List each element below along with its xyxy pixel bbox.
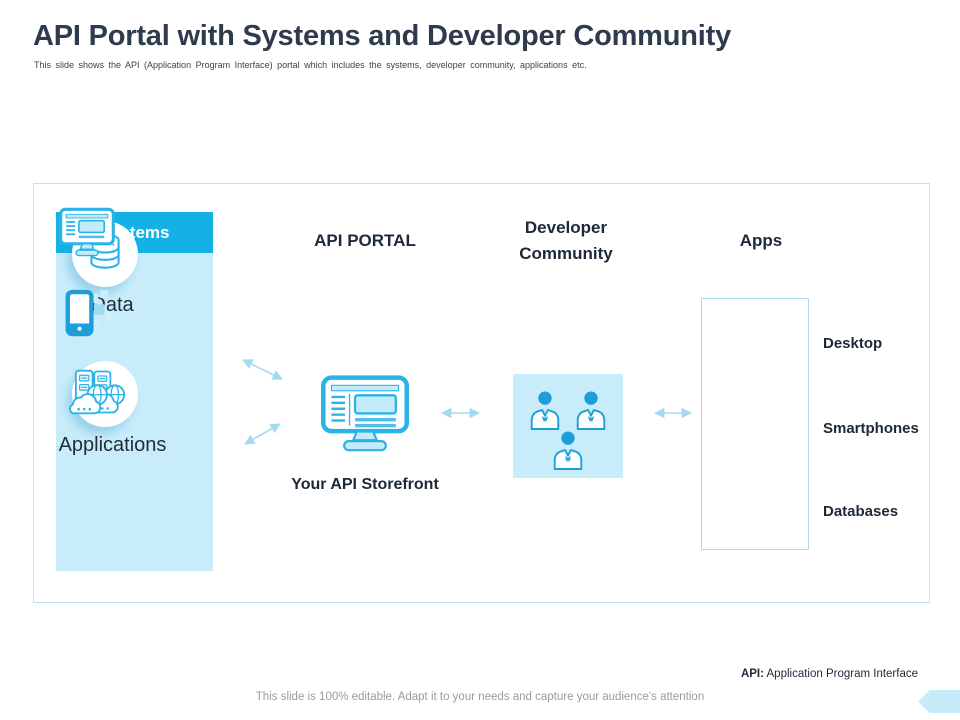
desktop-monitor-icon xyxy=(34,206,140,258)
apps-item-databases-label: Databases xyxy=(823,503,953,520)
arrow-systems-portal-upper xyxy=(243,360,282,379)
storefront-monitor-icon xyxy=(319,374,411,452)
apps-item-smartphones-label: Smartphones xyxy=(823,420,953,437)
api-abbreviation: API: Application Program Interface xyxy=(741,668,918,680)
apps-box xyxy=(701,298,809,550)
developer-community-header: Developer Community xyxy=(491,215,641,267)
page-title: API Portal with Systems and Developer Co… xyxy=(33,20,913,53)
api-portal-caption: Your API Storefront xyxy=(280,476,450,494)
api-abbreviation-definition: Application Program Interface xyxy=(764,668,918,680)
person-icon xyxy=(526,390,564,430)
slide-subtitle: This slide shows the API (Application Pr… xyxy=(34,60,794,70)
api-portal-header: API PORTAL xyxy=(280,228,450,254)
apps-header: Apps xyxy=(686,228,836,254)
smartphone-icon xyxy=(34,284,140,342)
person-icon xyxy=(549,430,587,470)
person-icon xyxy=(572,390,610,430)
systems-item-applications-label: Applications xyxy=(34,434,191,457)
footer-note: This slide is 100% editable. Adapt it to… xyxy=(0,691,960,703)
people-group-icon xyxy=(513,374,623,478)
arrow-systems-portal-lower xyxy=(245,424,280,444)
apps-item-desktop-label: Desktop xyxy=(823,335,953,352)
diagram-canvas: Systems Data xyxy=(33,183,930,603)
api-abbreviation-term: API: xyxy=(741,668,764,680)
server-globe-cloud-icon xyxy=(34,366,140,418)
